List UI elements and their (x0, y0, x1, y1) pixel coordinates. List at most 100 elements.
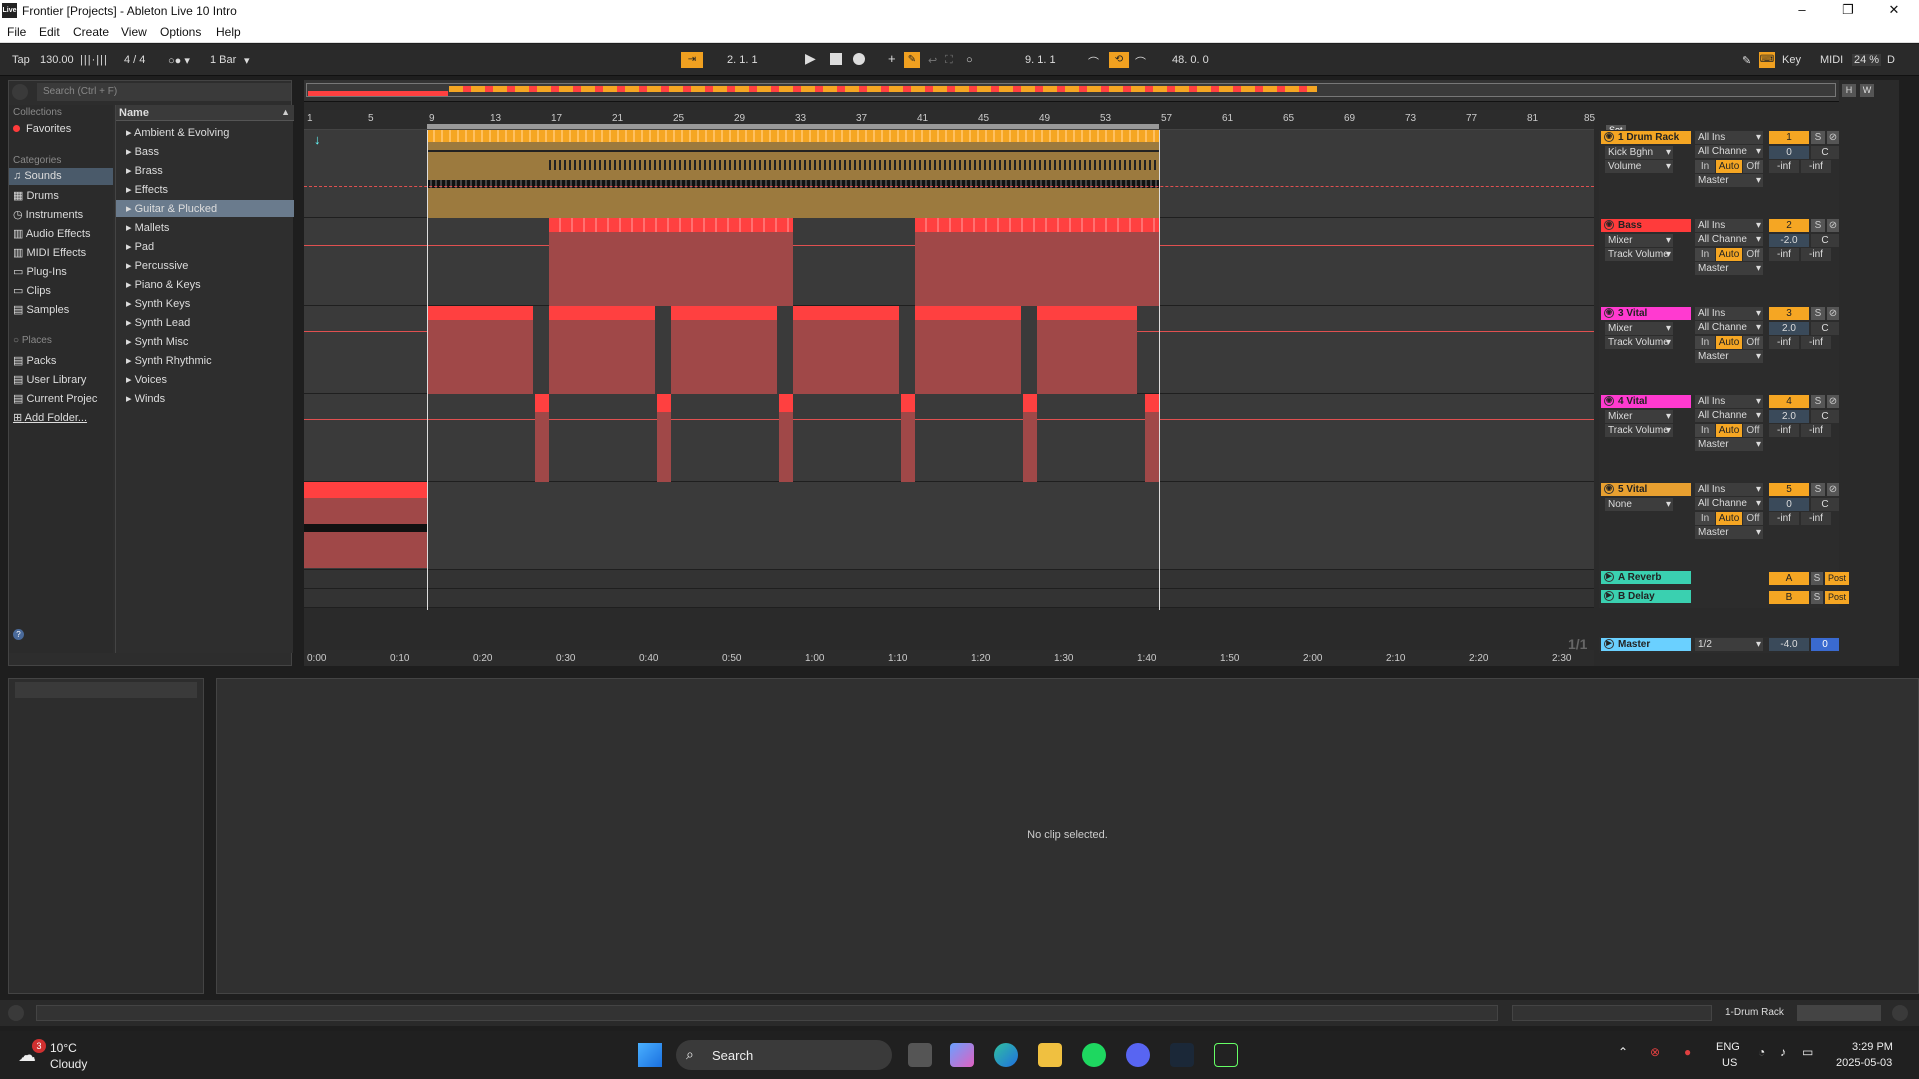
draw-mode-icon[interactable]: ✎ (1742, 54, 1751, 67)
automation-line[interactable] (304, 186, 1594, 187)
input-type-select[interactable]: All Ins (1695, 483, 1763, 496)
wifi-icon[interactable]: ◔ (1758, 1045, 1765, 1059)
solo-button[interactable]: S (1811, 591, 1823, 604)
volume-field[interactable]: 2.0 (1769, 322, 1809, 335)
list-item[interactable]: ▸ Winds (126, 392, 165, 405)
loop-length-field[interactable]: 48. 0. 0 (1172, 54, 1209, 66)
loop-switch-button[interactable]: ⟲ (1109, 52, 1129, 68)
sidebar-item-current-project[interactable]: ▤ Current Projec (13, 392, 97, 405)
list-item[interactable]: ▸ Voices (126, 373, 167, 386)
output-select[interactable]: Master (1695, 262, 1763, 275)
monitor-auto-button[interactable]: Auto (1716, 248, 1742, 261)
arm-icon[interactable]: ⊘ (1827, 395, 1839, 408)
security-icon[interactable]: ⊗ (1650, 1045, 1660, 1059)
volume-field[interactable]: 0 (1769, 498, 1809, 511)
solo-button[interactable]: S (1811, 572, 1823, 585)
file-explorer-icon[interactable] (1038, 1043, 1062, 1067)
volume-field[interactable]: -2.0 (1769, 234, 1809, 247)
sidebar-item-favorites[interactable]: Favorites (13, 123, 71, 135)
sidebar-item-audio-effects[interactable]: ▥ Audio Effects (13, 227, 90, 240)
list-item[interactable]: ▸ Effects (126, 183, 168, 196)
volume-icon[interactable]: ♪ (1780, 1045, 1786, 1059)
midi-map-button[interactable]: MIDI (1820, 54, 1843, 66)
list-item[interactable]: ▸ Synth Misc (126, 335, 188, 348)
weather-temperature[interactable]: 10°C (50, 1041, 77, 1055)
cue-output-select[interactable]: 1/2 (1695, 638, 1763, 651)
quantization-select[interactable]: 1 Bar (210, 54, 236, 66)
track-name[interactable]: ◉ 4 Vital (1601, 395, 1691, 408)
device-chooser[interactable]: None (1605, 498, 1673, 511)
loop-start-field[interactable]: 9. 1. 1 (1025, 54, 1056, 66)
spotify-icon[interactable] (1082, 1043, 1106, 1067)
track-name[interactable]: ▶ B Delay (1601, 590, 1691, 603)
track-lane-b-delay[interactable] (304, 589, 1594, 608)
menu-edit[interactable]: Edit (39, 25, 60, 39)
microphone-icon[interactable]: ● (1684, 1045, 1691, 1059)
parameter-chooser[interactable]: Track Volume (1605, 336, 1673, 349)
solo-button[interactable]: S (1811, 219, 1825, 232)
browser-search-input[interactable]: Search (Ctrl + F) (37, 83, 291, 101)
track-lane-3-vital[interactable] (304, 306, 1594, 394)
track-activator-button[interactable]: 3 (1769, 307, 1809, 320)
menu-help[interactable]: Help (216, 25, 241, 39)
monitor-in-button[interactable]: In (1695, 160, 1715, 173)
track-activator-button[interactable]: 1 (1769, 131, 1809, 144)
metronome-icon[interactable]: |||·||| (80, 54, 108, 66)
play-icon[interactable]: ▶ (805, 50, 816, 67)
midi-clip[interactable] (549, 218, 793, 306)
parameter-chooser[interactable]: Volume (1605, 160, 1673, 173)
sidebar-item-user-library[interactable]: ▤ User Library (13, 373, 86, 386)
track-activator-button[interactable]: 4 (1769, 395, 1809, 408)
track-lane-bass[interactable] (304, 218, 1594, 306)
sidebar-item-clips[interactable]: ▭ Clips (13, 284, 51, 297)
follow-button[interactable]: ⇥ (681, 52, 703, 68)
list-item[interactable]: ▸ Brass (126, 164, 163, 177)
track-name[interactable]: ▶ A Reverb (1601, 571, 1691, 584)
info-toggle-icon[interactable] (8, 1005, 24, 1021)
detail-toggle-icon[interactable] (1892, 1005, 1908, 1021)
monitor-in-button[interactable]: In (1695, 248, 1715, 261)
track-activator-icon[interactable]: ◉ (1604, 396, 1614, 406)
device-chooser[interactable]: Kick Bghn (1605, 146, 1673, 159)
monitor-auto-button[interactable]: Auto (1716, 424, 1742, 437)
loop-brace[interactable] (427, 124, 1159, 129)
parameter-chooser[interactable]: Track Volume (1605, 248, 1673, 261)
sidebar-item-plug-ins[interactable]: ▭ Plug-Ins (13, 265, 67, 278)
sidebar-item-samples[interactable]: ▤ Samples (13, 303, 69, 316)
pan-field[interactable]: C (1811, 234, 1839, 247)
pan-field[interactable]: C (1811, 498, 1839, 511)
input-type-select[interactable]: All Ins (1695, 395, 1763, 408)
track-name[interactable]: ▶ Master (1601, 638, 1691, 651)
list-item[interactable]: ▸ Pad (126, 240, 154, 253)
menu-options[interactable]: Options (160, 25, 201, 39)
monitor-off-button[interactable]: Off (1743, 424, 1763, 437)
midi-clip-group[interactable] (427, 306, 1137, 394)
automation-arm-button[interactable]: ✎ (904, 52, 920, 68)
windows-start-icon[interactable] (638, 1043, 662, 1067)
solo-button[interactable]: S (1811, 131, 1825, 144)
name-column-header[interactable]: Name ▲ (116, 105, 294, 121)
time-ruler[interactable]: 0:00 0:10 0:20 0:30 0:40 0:50 1:00 1:10 … (304, 650, 1594, 666)
discord-icon[interactable] (1126, 1043, 1150, 1067)
key-map-button[interactable]: Key (1782, 54, 1801, 66)
sidebar-item-sounds[interactable]: ♫ Sounds (13, 170, 62, 182)
monitor-off-button[interactable]: Off (1743, 160, 1763, 173)
track-activator-icon[interactable]: ◉ (1604, 132, 1614, 142)
monitor-off-button[interactable]: Off (1743, 512, 1763, 525)
edge-browser-icon[interactable] (994, 1043, 1018, 1067)
output-select[interactable]: Master (1695, 438, 1763, 451)
input-channel-select[interactable]: All Channe (1695, 145, 1763, 158)
midi-clip[interactable] (915, 218, 1159, 306)
output-select[interactable]: Master (1695, 174, 1763, 187)
pan-field[interactable]: C (1811, 410, 1839, 423)
taskbar-search-input[interactable]: ⌕ Search (676, 1040, 892, 1070)
clock-time[interactable]: 3:29 PM (1852, 1041, 1893, 1053)
pan-field[interactable]: C (1811, 322, 1839, 335)
punch-out-icon[interactable]: ⌒ (1135, 54, 1146, 70)
menu-create[interactable]: Create (73, 25, 109, 39)
track-activator-icon[interactable]: ◉ (1604, 484, 1614, 494)
add-folder-link[interactable]: ⊞ Add Folder... (13, 411, 87, 424)
sort-icon[interactable]: ▲ (281, 107, 290, 117)
monitor-auto-button[interactable]: Auto (1716, 512, 1742, 525)
monitor-in-button[interactable]: In (1695, 512, 1715, 525)
